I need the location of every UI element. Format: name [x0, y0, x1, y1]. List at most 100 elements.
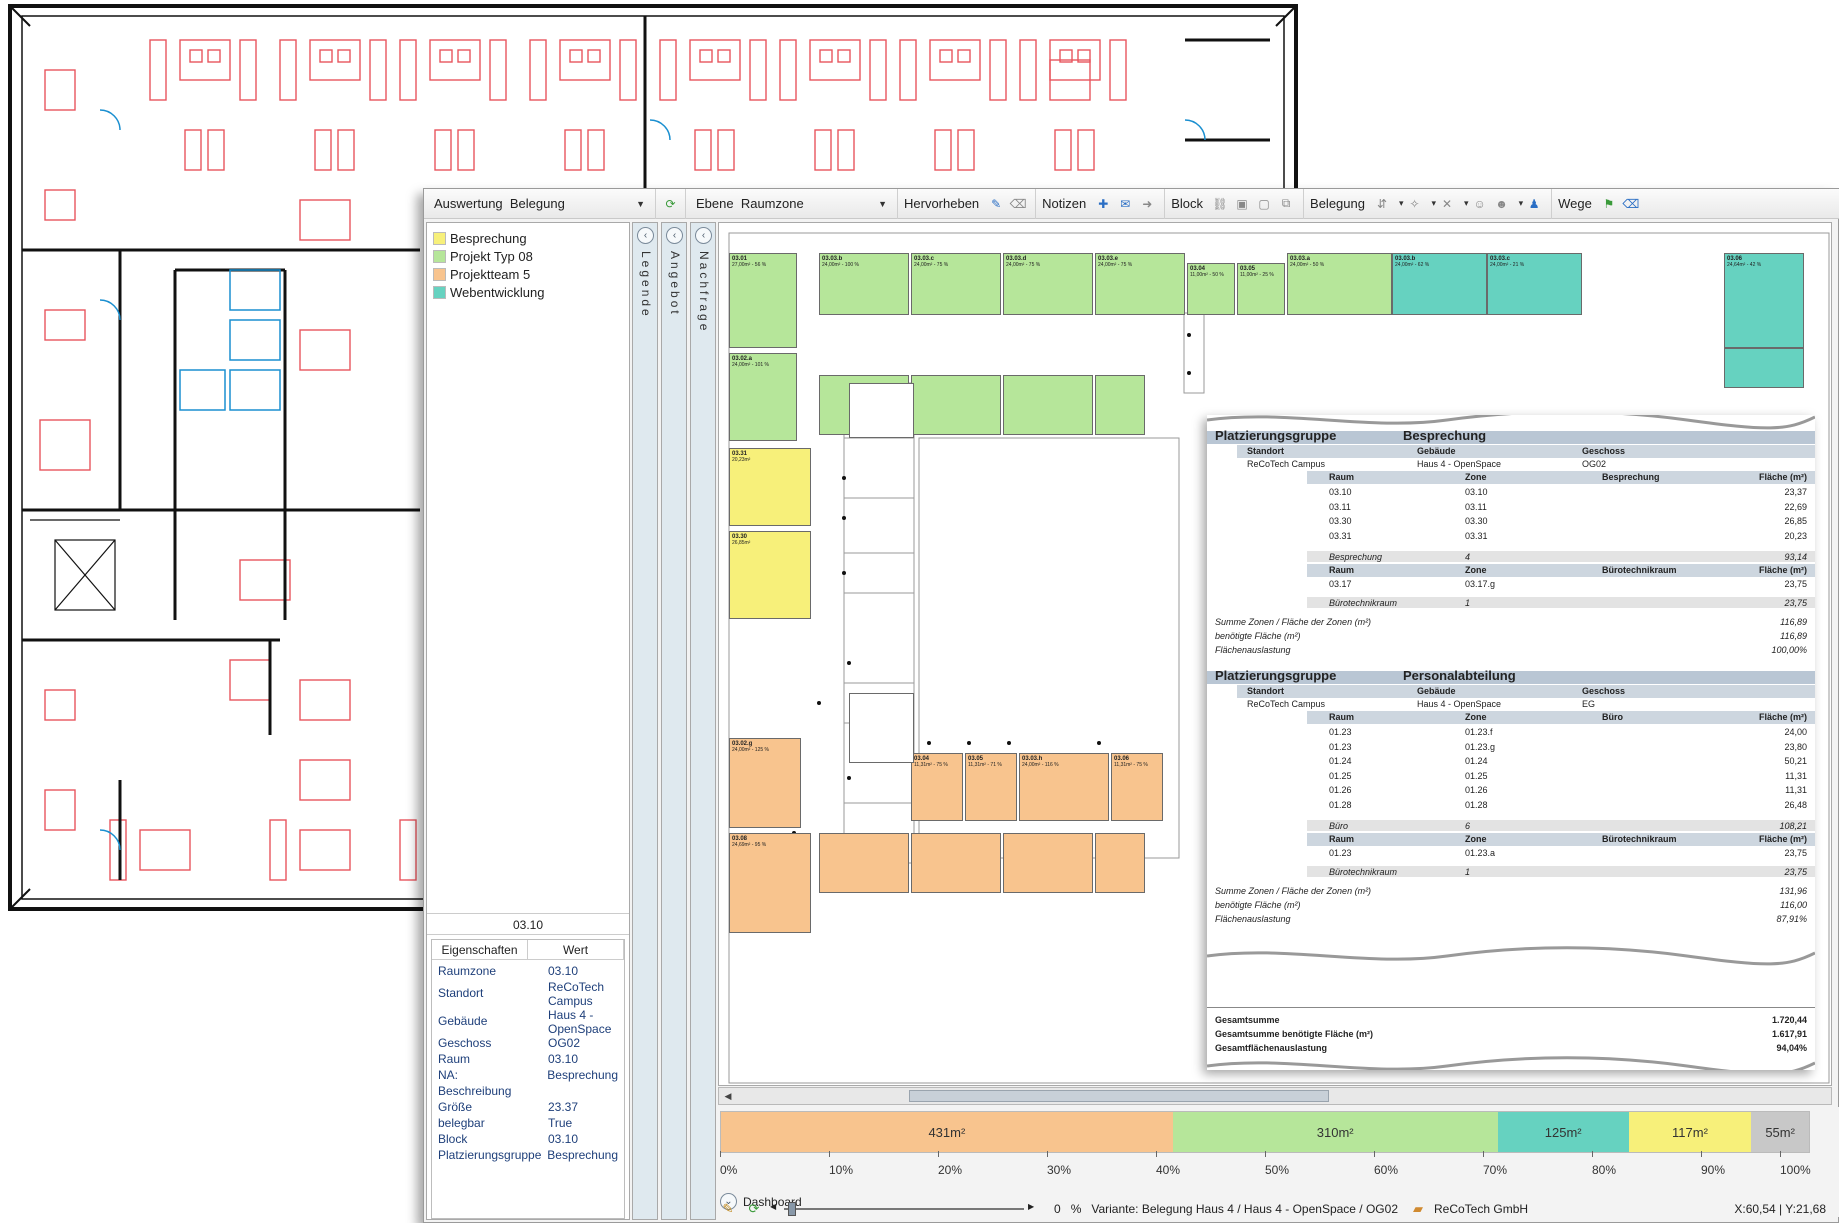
chevron-down-icon[interactable]: ▾ — [1519, 198, 1524, 209]
pencil-icon[interactable]: ✎ — [987, 195, 1005, 213]
report-cell: Gesamtsumme — [1215, 1015, 1280, 1025]
room-zone[interactable]: 03.04 11,00m² - 50 % — [1187, 263, 1235, 315]
property-row[interactable]: Standort ReCoTech Campus — [432, 980, 624, 1008]
room-zone[interactable]: 03.30 26,85m² — [729, 531, 811, 619]
room-zone[interactable] — [1095, 375, 1145, 435]
refresh-icon[interactable]: ⟳ — [662, 195, 679, 213]
block-link-icon[interactable]: ⛓ — [1211, 195, 1229, 213]
occupancy-segment[interactable]: 125m² — [1497, 1112, 1629, 1152]
report-cell: Zone — [1465, 834, 1487, 844]
eraser-icon[interactable]: ⌫ — [1009, 195, 1027, 213]
room-zone[interactable]: 03.03.c 24,00m² - 21 % — [1487, 253, 1582, 315]
room-zone[interactable] — [911, 375, 1001, 435]
route-icon[interactable]: ⚑ — [1600, 195, 1618, 213]
auswertung-select[interactable]: Auswertung Belegung ▼ — [430, 193, 649, 215]
property-row[interactable]: Gebäude Haus 4 - OpenSpace — [432, 1008, 624, 1036]
room-zone[interactable]: 03.03.a 24,00m² - 50 % — [1287, 253, 1392, 315]
property-row[interactable]: Raum 03.10 — [432, 1052, 624, 1068]
tab-legende[interactable]: ‹ Legende — [632, 222, 658, 1220]
property-row[interactable]: Größe 23.37 — [432, 1100, 624, 1116]
chevron-down-icon[interactable]: ▾ — [1464, 198, 1469, 209]
delete-icon[interactable]: ✕ — [1438, 195, 1456, 213]
room-zone[interactable] — [849, 383, 914, 438]
route-clear-icon[interactable]: ⌫ — [1622, 195, 1640, 213]
room-zone[interactable]: 03.01 27,00m² - 56 % — [729, 253, 797, 348]
room-zone[interactable] — [1724, 348, 1804, 388]
slider-left-icon[interactable]: ◀ — [770, 1202, 776, 1211]
room-zone[interactable]: 03.06 24,64m² - 42 % — [1724, 253, 1804, 348]
tab-nachfrage[interactable]: ‹ Nachfrage — [690, 222, 716, 1220]
tab-angebot[interactable]: ‹ Angebot — [661, 222, 687, 1220]
chevron-left-icon[interactable]: ‹ — [695, 227, 712, 244]
block-move-icon[interactable]: ⧉ — [1277, 195, 1295, 213]
chevron-left-icon[interactable]: ‹ — [666, 227, 683, 244]
occupancy-segment[interactable]: 431m² — [721, 1112, 1173, 1152]
group-icon[interactable]: ☻ — [1493, 195, 1511, 213]
chevron-down-icon[interactable]: ▾ — [1432, 198, 1437, 209]
ebene-select[interactable]: Ebene Raumzone ▼ — [692, 193, 891, 215]
room-zone[interactable] — [911, 833, 1001, 893]
chevron-down-icon[interactable]: ▾ — [1399, 198, 1404, 209]
room-zone[interactable] — [819, 833, 909, 893]
property-row[interactable]: belegbar True — [432, 1116, 624, 1132]
room-zone[interactable]: 03.05 11,00m² - 25 % — [1237, 263, 1285, 315]
occupancy-segment[interactable]: 117m² — [1628, 1112, 1752, 1152]
selected-zone-title: 03.10 — [427, 913, 629, 935]
property-row[interactable]: NA: Besprechung — [432, 1068, 624, 1084]
notizen-group: Notizen ✚ ✉ ➜ — [1036, 188, 1166, 219]
room-zone[interactable] — [1003, 375, 1093, 435]
refresh-icon[interactable]: ⟳ — [744, 1199, 764, 1219]
user-assign-icon[interactable]: ♟ — [1525, 195, 1543, 213]
occupancy-segment[interactable]: 55m² — [1751, 1112, 1809, 1152]
room-zone[interactable]: 03.06 11,31m² - 75 % — [1111, 753, 1163, 821]
people-icon[interactable]: ☺ — [1471, 195, 1489, 213]
block-remove-icon[interactable]: ▢ — [1255, 195, 1273, 213]
property-row[interactable]: Geschoss OG02 — [432, 1036, 624, 1052]
properties-header-value[interactable]: Wert — [528, 940, 624, 959]
zoom-slider[interactable]: ◀ ▶ — [770, 1200, 1040, 1218]
report-cell: 01.23 — [1329, 741, 1352, 752]
room-zone[interactable]: 03.03.h 24,00m² - 116 % — [1019, 753, 1109, 821]
room-zone[interactable]: 03.03.b 24,00m² - 100 % — [819, 253, 909, 315]
property-row[interactable]: Block 03.10 — [432, 1132, 624, 1148]
property-row[interactable]: Platzierungsgruppe Besprechung — [432, 1148, 624, 1164]
room-zone[interactable]: 03.05 11,31m² - 71 % — [965, 753, 1017, 821]
zoom-unit: % — [1070, 1202, 1082, 1216]
report-cell: 03.31 — [1465, 530, 1488, 541]
property-row[interactable]: Beschreibung — [432, 1084, 624, 1100]
room-zone[interactable]: 03.02.g 24,00m² - 125 % — [729, 738, 801, 828]
room-zone[interactable] — [849, 693, 914, 763]
report-cell: 116,00 — [1780, 900, 1807, 910]
wand-icon[interactable]: ✧ — [1406, 195, 1424, 213]
property-row[interactable]: Raumzone 03.10 — [432, 964, 624, 980]
legend-swatch — [433, 249, 446, 263]
block-add-icon[interactable]: ▣ — [1233, 195, 1251, 213]
note-edit-icon[interactable]: ✉ — [1116, 195, 1134, 213]
report-cell: 1 — [1465, 598, 1471, 608]
chevron-left-icon[interactable]: ‹ — [637, 227, 654, 244]
room-zone[interactable] — [1095, 833, 1145, 893]
room-zone[interactable]: 03.03.c 24,00m² - 75 % — [911, 253, 1001, 315]
slider-right-icon[interactable]: ▶ — [1028, 1202, 1034, 1211]
slider-knob[interactable] — [788, 1202, 796, 1216]
occupancy-segment[interactable]: 310m² — [1172, 1112, 1498, 1152]
room-zone[interactable]: 03.08 24,69m² - 95 % — [729, 833, 811, 933]
edit-icon[interactable]: ✎ — [718, 1199, 738, 1219]
assign-icon[interactable]: ⇵ — [1373, 195, 1391, 213]
note-add-icon[interactable]: ✚ — [1094, 195, 1112, 213]
room-zone[interactable] — [1003, 833, 1093, 893]
report-cell: Raum — [1329, 472, 1355, 482]
scroll-thumb[interactable] — [909, 1090, 1329, 1102]
properties-header-key[interactable]: Eigenschaften — [432, 940, 528, 959]
note-move-icon[interactable]: ➜ — [1138, 195, 1156, 213]
report-cell: 87,91% — [1776, 914, 1807, 924]
plan-horizontal-scrollbar[interactable]: ◀ — [718, 1087, 1832, 1105]
room-zone[interactable]: 03.03.e 24,00m² - 75 % — [1095, 253, 1185, 315]
room-zone[interactable]: 03.31 20,23m² — [729, 448, 811, 526]
room-zone[interactable]: 03.03.d 24,00m² - 75 % — [1003, 253, 1093, 315]
scroll-left-icon[interactable]: ◀ — [720, 1089, 736, 1103]
room-zone[interactable]: 03.04 11,31m² - 75 % — [911, 753, 963, 821]
report-cell: 93,14 — [1784, 552, 1807, 562]
room-zone[interactable]: 03.02.a 24,00m² - 101 % — [729, 353, 797, 441]
room-zone[interactable]: 03.03.b 24,00m² - 62 % — [1392, 253, 1487, 315]
